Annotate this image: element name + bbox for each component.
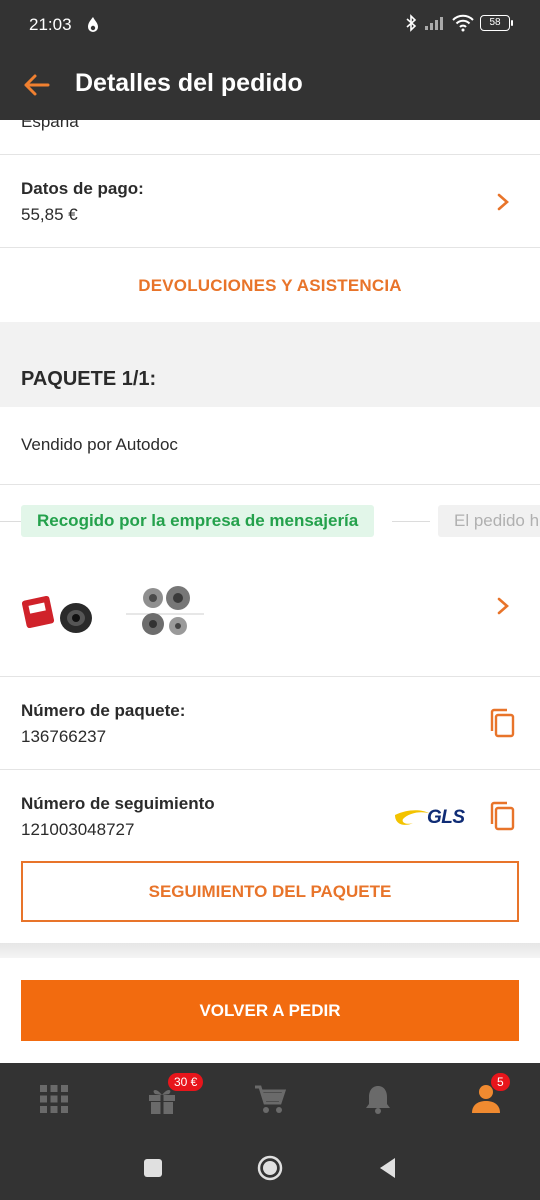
seller-label: Vendido por Autodoc (21, 435, 178, 454)
payment-row[interactable]: Datos de pago: 55,85 € (0, 155, 540, 247)
address-country: España (21, 120, 79, 131)
copy-icon[interactable] (488, 800, 516, 832)
bottom-navigation: 30 € 5 (0, 1063, 540, 1135)
battery-icon: 58 (480, 15, 513, 31)
section-gap (0, 943, 540, 958)
chevron-right-icon (497, 597, 509, 615)
back-triangle-icon[interactable] (374, 1154, 402, 1182)
app-bar: Detalles del pedido (0, 50, 540, 120)
page-title: Detalles del pedido (75, 69, 303, 97)
track-package-button[interactable]: SEGUIMIENTO DEL PAQUETE (21, 861, 519, 922)
status-bar: 21:03 58 (0, 0, 540, 50)
catalog-grid-icon[interactable] (36, 1081, 72, 1117)
package-header: PAQUETE 1/1: (0, 322, 540, 407)
reorder-button[interactable]: VOLVER A PEDIR (21, 980, 519, 1041)
gls-carrier-name: GLS (427, 807, 465, 828)
gls-carrier-logo: GLS (393, 806, 469, 830)
tracking-number-label: Número de seguimiento (21, 794, 215, 813)
status-time: 21:03 (29, 15, 72, 34)
gift-badge: 30 € (168, 1073, 204, 1091)
returns-support-label: DEVOLUCIONES Y ASISTENCIA (138, 276, 402, 295)
signal-icon (425, 17, 443, 30)
tracking-number-value: 121003048727 (21, 820, 135, 839)
wifi-icon (452, 14, 474, 32)
returns-support-link[interactable]: DEVOLUCIONES Y ASISTENCIA (0, 248, 540, 322)
timeline-line (0, 521, 21, 522)
system-navigation-bar (0, 1135, 540, 1200)
profile-badge: 5 (491, 1073, 510, 1091)
timeline-line (392, 521, 430, 522)
home-icon[interactable] (256, 1154, 284, 1182)
cart-icon[interactable] (252, 1081, 288, 1117)
package-number-label: Número de paquete: (21, 701, 186, 720)
status-chip-next: El pedido h (438, 505, 540, 537)
address-card: España (0, 120, 540, 155)
payment-amount: 55,85 € (21, 205, 78, 224)
back-arrow-icon[interactable] (20, 70, 54, 100)
clutch-kit-product-image (126, 586, 204, 635)
seller-row: Vendido por Autodoc (0, 407, 540, 484)
app-notification-icon (88, 17, 98, 32)
notifications-bell-icon[interactable] (360, 1081, 396, 1117)
order-details-content[interactable]: España Datos de pago: 55,85 € DEVOLUCION… (0, 120, 540, 1063)
package-number-value: 136766237 (21, 727, 107, 746)
package-header-title: PAQUETE 1/1: (21, 368, 157, 390)
bluetooth-icon (406, 14, 417, 32)
package-products-row[interactable] (0, 540, 540, 676)
copy-icon[interactable] (488, 707, 516, 739)
payment-label: Datos de pago: (21, 179, 144, 198)
package-status-timeline[interactable]: Recogido por la empresa de mensajería El… (0, 485, 540, 540)
chevron-right-icon (497, 193, 509, 211)
oil-filter-product-image (22, 595, 92, 633)
status-chip-picked-up: Recogido por la empresa de mensajería (21, 505, 375, 537)
package-number-row: Número de paquete: 136766237 (0, 677, 540, 769)
status-icons: 58 (404, 14, 513, 32)
gls-swoosh-icon (395, 810, 429, 825)
recent-apps-icon[interactable] (139, 1154, 167, 1182)
